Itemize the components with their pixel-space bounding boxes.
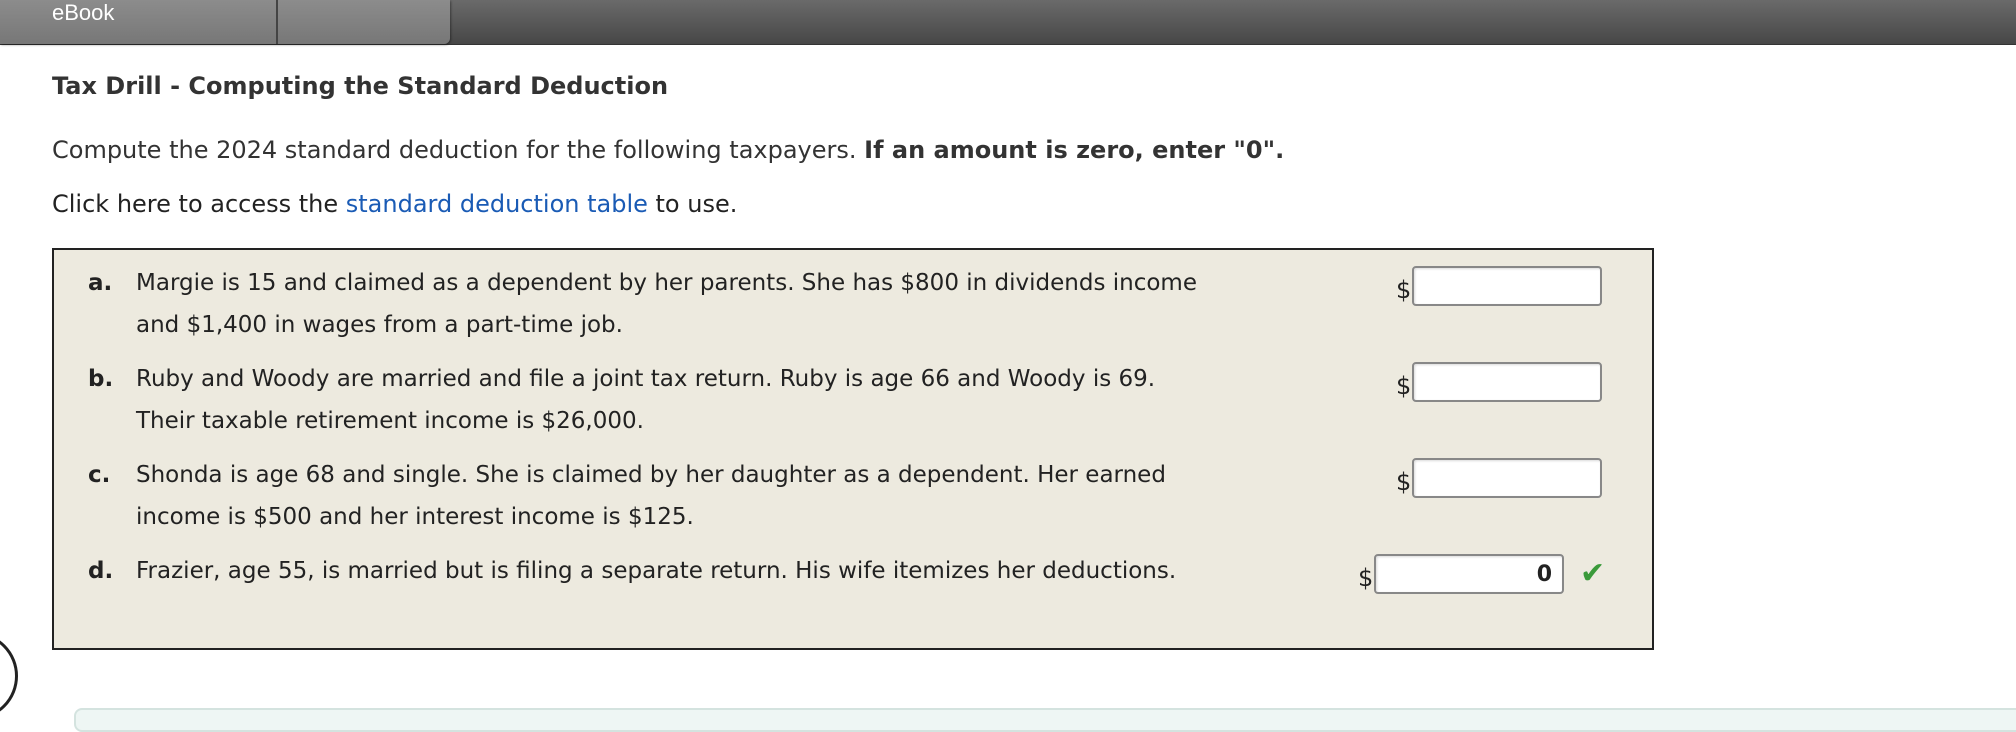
question-a-line2: and $1,400 in wages from a part-time job… xyxy=(136,312,623,338)
currency-symbol-b: $ xyxy=(1396,372,1412,400)
currency-symbol-a: $ xyxy=(1396,276,1412,304)
standard-deduction-table-link[interactable]: standard deduction table xyxy=(346,190,648,218)
answer-input-c[interactable] xyxy=(1412,458,1602,498)
question-letter-b: b. xyxy=(88,366,114,392)
answer-input-b[interactable] xyxy=(1412,362,1602,402)
partial-circle-button[interactable] xyxy=(0,632,18,720)
currency-symbol-d: $ xyxy=(1358,564,1374,592)
question-panel: a. Margie is 15 and claimed as a depende… xyxy=(52,248,1654,650)
page-title: Tax Drill - Computing the Standard Deduc… xyxy=(52,72,669,100)
question-b-line1: Ruby and Woody are married and file a jo… xyxy=(136,366,1156,392)
question-letter-a: a. xyxy=(88,270,113,296)
ebook-tab[interactable]: eBook xyxy=(0,0,450,44)
question-text-d: Frazier, age 55, is married but is filin… xyxy=(136,550,1296,592)
bottom-panel xyxy=(74,708,2016,732)
ebook-tab-label: eBook xyxy=(52,0,115,25)
access-suffix: to use. xyxy=(647,190,738,218)
question-b-line2: Their taxable retirement income is $26,0… xyxy=(136,408,644,434)
tab-divider xyxy=(276,0,278,44)
answer-input-d[interactable] xyxy=(1374,554,1564,594)
question-text-a: Margie is 15 and claimed as a dependent … xyxy=(136,262,1276,346)
question-a-line1: Margie is 15 and claimed as a dependent … xyxy=(136,270,1197,296)
question-text-c: Shonda is age 68 and single. She is clai… xyxy=(136,454,1276,538)
question-letter-c: c. xyxy=(88,462,111,488)
currency-symbol-c: $ xyxy=(1396,468,1412,496)
question-c-line1: Shonda is age 68 and single. She is clai… xyxy=(136,462,1166,488)
access-prefix: Click here to access the xyxy=(52,190,346,218)
instructions-bold: If an amount is zero, enter "0". xyxy=(864,136,1285,164)
question-c-line2: income is $500 and her interest income i… xyxy=(136,504,694,530)
top-toolbar: eBook xyxy=(0,0,2016,45)
instructions: Compute the 2024 standard deduction for … xyxy=(52,136,1284,164)
access-line: Click here to access the standard deduct… xyxy=(52,190,737,218)
question-d-line1: Frazier, age 55, is married but is filin… xyxy=(136,558,1177,584)
answer-input-a[interactable] xyxy=(1412,266,1602,306)
instructions-text: Compute the 2024 standard deduction for … xyxy=(52,136,865,164)
checkmark-icon: ✔ xyxy=(1580,556,1606,591)
question-text-b: Ruby and Woody are married and file a jo… xyxy=(136,358,1276,442)
question-letter-d: d. xyxy=(88,558,114,584)
